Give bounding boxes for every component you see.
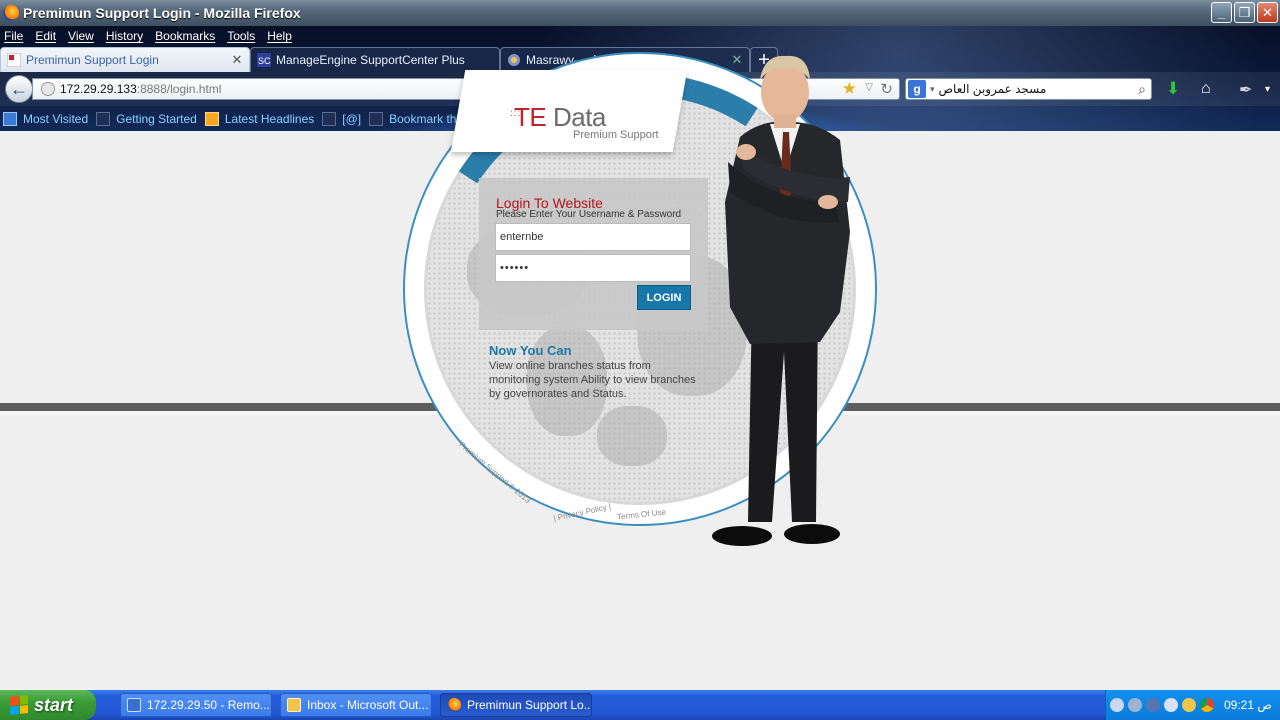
tray-outlook-icon[interactable] (1182, 698, 1196, 712)
bookmarks-toolbar: Most Visited Getting Started Latest Head… (0, 108, 476, 130)
windows-flag-icon (10, 695, 28, 715)
window-titlebar: Premimun Support Login - Mozilla Firefox… (0, 0, 1280, 26)
search-engine-dropdown-icon[interactable]: ▾ (930, 84, 935, 95)
remote-desktop-icon (127, 698, 141, 712)
manageengine-favicon-icon: SC (257, 53, 271, 67)
bookmark-most-visited[interactable]: Most Visited (3, 112, 88, 126)
outlook-icon (287, 698, 301, 712)
now-you-can-heading: Now You Can (489, 343, 572, 358)
url-path: :8888/login.html (136, 82, 222, 96)
toolbar-overflow-icon[interactable]: ▾ (1265, 84, 1270, 95)
task-label: Inbox - Microsoft Out... (307, 698, 429, 712)
rss-feed-icon (204, 112, 219, 126)
firefox-icon (447, 698, 461, 712)
window-title: Premimun Support Login - Mozilla Firefox (23, 5, 301, 21)
taskbar-item-outlook[interactable]: Inbox - Microsoft Out... (280, 693, 432, 717)
search-input[interactable]: مسجد عمروبن العاص (939, 82, 1139, 96)
page-icon (322, 112, 337, 126)
home-icon[interactable]: ⌂ (1201, 80, 1211, 98)
bookmark-at[interactable]: [@] (322, 112, 361, 126)
page-icon (369, 112, 384, 126)
search-bar[interactable]: g ▾ مسجد عمروبن العاص ⌕ (905, 78, 1152, 100)
restore-button[interactable]: ❒ (1234, 2, 1255, 23)
tray-monitor-icon[interactable] (1146, 698, 1160, 712)
bookmark-latest-headlines[interactable]: Latest Headlines (204, 112, 315, 126)
back-button[interactable]: ← (5, 75, 33, 103)
logo-data: Data (546, 102, 606, 132)
te-data-favicon-icon (7, 53, 21, 67)
username-field[interactable]: enternbe (495, 223, 691, 251)
minimize-button[interactable]: _ (1211, 2, 1232, 23)
site-identity-icon[interactable] (41, 82, 55, 96)
bookmark-label: Getting Started (116, 112, 197, 126)
download-icon[interactable]: ⬇ (1166, 79, 1180, 99)
password-field[interactable]: •••••• (495, 254, 691, 282)
task-label: Premimun Support Lo... (467, 698, 591, 712)
login-button[interactable]: LOGIN (637, 285, 691, 310)
close-window-button[interactable]: ✕ (1257, 2, 1278, 23)
login-subtitle: Please Enter Your Username & Password (496, 209, 682, 220)
menu-view[interactable]: View (68, 29, 94, 43)
tab-close-icon[interactable]: ✕ (231, 52, 243, 68)
page-icon (96, 112, 111, 126)
bookmark-this[interactable]: Bookmark this! (369, 112, 468, 126)
start-button[interactable]: start (0, 690, 96, 720)
bookmark-getting-started[interactable]: Getting Started (96, 112, 197, 126)
tab-label: ManageEngine SupportCenter Plus (276, 53, 465, 67)
menu-tools[interactable]: Tools (227, 29, 255, 43)
addon-icon[interactable]: ✒ (1239, 80, 1252, 100)
menu-bookmarks[interactable]: Bookmarks (155, 29, 215, 43)
window-controls: _ ❒ ✕ (1211, 2, 1278, 23)
url-host: 172.29.29.133 (60, 82, 137, 96)
google-search-engine-icon[interactable]: g (908, 80, 926, 98)
tray-arrow-icon[interactable] (1110, 698, 1124, 712)
tab-manageengine[interactable]: SC ManageEngine SupportCenter Plus (250, 47, 500, 72)
tray-alert-icon[interactable] (1164, 698, 1178, 712)
terms-of-use-link[interactable]: Terms Of Use (617, 507, 667, 521)
taskbar-item-remote-desktop[interactable]: 172.29.29.50 - Remo... (120, 693, 272, 717)
start-label: start (34, 694, 74, 715)
svg-text:SC: SC (258, 56, 271, 66)
footer-arc-text: Premium Support © 2013 | Privacy Policy … (455, 428, 715, 528)
privacy-policy-link[interactable]: | Privacy Policy | (553, 502, 612, 523)
logo-te: TE (514, 102, 547, 132)
tab-premium-support-login[interactable]: Premimun Support Login ✕ (0, 47, 250, 72)
bookmark-label: [@] (342, 112, 362, 126)
tab-label: Premimun Support Login (26, 53, 159, 67)
tray-chrome-icon[interactable] (1200, 698, 1214, 712)
system-tray: 09:21 ص (1105, 690, 1280, 720)
reload-icon[interactable]: ↻ (880, 80, 893, 98)
menu-history[interactable]: History (106, 29, 143, 43)
now-you-can-text: View online branches status from monitor… (489, 360, 696, 400)
footer-copyright: Premium Support © 2013 (457, 440, 533, 505)
menu-bar: File Edit View History Bookmarks Tools H… (0, 26, 304, 46)
bookmark-label: Latest Headlines (224, 112, 315, 126)
menu-help[interactable]: Help (267, 29, 292, 43)
masrawy-favicon-icon (508, 54, 520, 66)
logo-subtitle: Premium Support (573, 129, 659, 141)
firefox-logo-icon (3, 5, 19, 21)
search-icon[interactable]: ⌕ (1138, 81, 1146, 98)
businessman-illustration (712, 55, 850, 546)
bookmark-label: Most Visited (23, 112, 89, 126)
menu-edit[interactable]: Edit (35, 29, 56, 43)
clock: 09:21 ص (1224, 698, 1272, 712)
taskbar-item-firefox[interactable]: Premimun Support Lo... (440, 693, 592, 717)
windows-taskbar: start 172.29.29.50 - Remo... Inbox - Mic… (0, 690, 1280, 720)
most-visited-icon (3, 112, 17, 126)
menu-file[interactable]: File (4, 29, 23, 43)
tray-network-icon[interactable] (1128, 698, 1142, 712)
task-label: 172.29.29.50 - Remo... (147, 698, 270, 712)
